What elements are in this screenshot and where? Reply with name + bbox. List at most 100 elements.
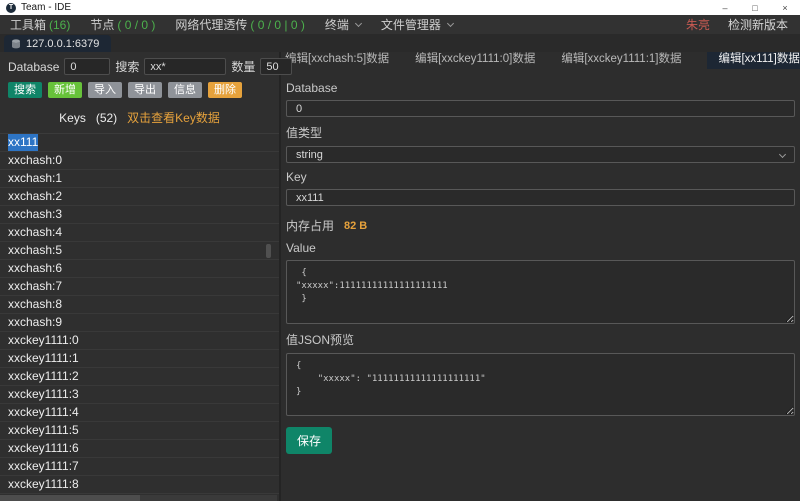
info-button[interactable]: 信息 — [168, 82, 202, 98]
menubar-item-file-manager[interactable]: 文件管理器 — [381, 16, 453, 33]
vertical-scrollbar-thumb[interactable] — [266, 244, 271, 258]
key-list-item[interactable]: xxchash:2 — [0, 188, 279, 206]
menubar-item-count: ( 0 / 0 | 0 ) — [250, 18, 304, 32]
key-list-item[interactable]: xxchash:1 — [0, 170, 279, 188]
chevron-down-icon — [447, 20, 454, 27]
key-list-item[interactable]: xxckey1111:4 — [0, 404, 279, 422]
key-actions: 搜索新增导入导出信息删除 — [0, 78, 279, 100]
key-list-item[interactable]: xx111 — [0, 134, 279, 152]
app-logo-icon: T — [6, 3, 16, 13]
key-list-item[interactable]: xxchash:4 — [0, 224, 279, 242]
editor-panel: 编辑[xxchash:5]数据 编辑[xxckey1111:0]数据 编辑[xxck… — [281, 52, 800, 501]
key-list-item[interactable]: xxckey1111:7 — [0, 458, 279, 476]
key-edit-form: Database 0 值类型 string Key xx111 内存占用 82 … — [281, 69, 800, 454]
minimize-icon[interactable]: – — [710, 0, 740, 15]
database-input[interactable] — [64, 58, 110, 75]
key-name: xxckey1111:1 — [8, 350, 79, 367]
key-name: xxckey1111:8 — [8, 476, 79, 493]
key-name: xxckey1111:7 — [8, 458, 79, 475]
keys-title: Keys — [59, 111, 86, 125]
export-button[interactable]: 导出 — [128, 82, 162, 98]
value-textarea[interactable]: { "xxxxx":11111111111111111111 } — [286, 260, 795, 324]
key-list-item[interactable]: xxchash:8 — [0, 296, 279, 314]
key-input[interactable]: xx111 — [286, 189, 795, 206]
keys-hint: 双击查看Key数据 — [127, 111, 220, 125]
key-list-item[interactable]: xxchash:5 — [0, 242, 279, 260]
user-name[interactable]: 朱亮 — [686, 16, 710, 33]
key-list-item[interactable]: xxchash:3 — [0, 206, 279, 224]
key-name: xxckey1111:6 — [8, 440, 79, 457]
key-name: xxckey1111:2 — [8, 368, 79, 385]
key-name: xxchash:3 — [8, 206, 62, 223]
key-list-item[interactable]: xxchash:6 — [0, 260, 279, 278]
database-label: Database — [8, 60, 59, 74]
connection-tab[interactable]: 127.0.0.1:6379 — [4, 35, 111, 52]
key-name: xxckey1111:5 — [8, 422, 79, 439]
key-name: xxchash:6 — [8, 260, 62, 277]
check-version-link[interactable]: 检测新版本 — [728, 16, 788, 33]
key-name: xxchash:2 — [8, 188, 62, 205]
key-label: Key — [286, 170, 795, 184]
menubar: 工具箱(16) 节点( 0 / 0 ) 网络代理透传( 0 / 0 | 0 ) 终端 文… — [0, 15, 800, 34]
key-list-item[interactable]: xxckey1111:1 — [0, 350, 279, 368]
menubar-item-terminal[interactable]: 终端 — [325, 16, 361, 33]
count-input[interactable] — [260, 58, 292, 75]
connection-tab-label: 127.0.0.1:6379 — [26, 38, 99, 50]
menubar-item-network-proxy[interactable]: 网络代理透传( 0 / 0 | 0 ) — [175, 16, 304, 33]
import-button[interactable]: 导入 — [88, 82, 122, 98]
menubar-item-label: 终端 — [325, 16, 349, 33]
key-list-item[interactable]: xxchash:7 — [0, 278, 279, 296]
memory-usage-row: 内存占用 82 B — [286, 217, 795, 234]
horizontal-scrollbar-thumb[interactable] — [0, 495, 140, 501]
editor-tab-3[interactable]: 编辑[xx111]数据 — [707, 52, 800, 69]
key-list-item[interactable]: xxckey1111:8 — [0, 476, 279, 494]
chevron-down-icon — [355, 20, 362, 27]
keys-count: (52) — [96, 111, 117, 125]
menubar-right: 朱亮 检测新版本 — [686, 16, 788, 33]
search-input[interactable] — [144, 58, 226, 75]
key-list-item[interactable]: xxckey1111:5 — [0, 422, 279, 440]
form-database-label: Database — [286, 81, 795, 95]
chevron-down-icon — [779, 151, 786, 158]
form-database-input[interactable]: 0 — [286, 100, 795, 117]
close-icon[interactable]: × — [770, 0, 800, 15]
menubar-item-nodes[interactable]: 节点( 0 / 0 ) — [90, 16, 155, 33]
key-list-item[interactable]: xxckey1111:3 — [0, 386, 279, 404]
key-name: xxchash:4 — [8, 224, 62, 241]
delete-button[interactable]: 删除 — [208, 82, 242, 98]
window-controls: – □ × — [710, 0, 800, 15]
key-list: xx111xxchash:0xxchash:1xxchash:2xxchash:… — [0, 133, 279, 501]
search-button[interactable]: 搜索 — [8, 82, 42, 98]
key-list-item[interactable]: xxckey1111:6 — [0, 440, 279, 458]
editor-tab-2[interactable]: 编辑[xxckey1111:1]数据 — [561, 52, 681, 69]
key-list-item[interactable]: xxckey1111:2 — [0, 368, 279, 386]
add-button[interactable]: 新增 — [48, 82, 82, 98]
horizontal-scrollbar[interactable] — [0, 495, 277, 501]
key-name: xx111 — [8, 134, 38, 151]
count-label: 数量 — [231, 58, 255, 75]
key-name: xxchash:0 — [8, 152, 62, 169]
menubar-item-label: 节点 — [90, 16, 114, 33]
json-preview-label: 值JSON预览 — [286, 331, 795, 348]
value-type-select[interactable]: string — [286, 146, 795, 163]
key-name: xxchash:9 — [8, 314, 62, 331]
memory-usage-value: 82 B — [344, 220, 367, 232]
editor-tabs: 编辑[xxchash:5]数据 编辑[xxckey1111:0]数据 编辑[xxck… — [281, 52, 800, 69]
value-type-label: 值类型 — [286, 124, 795, 141]
key-name: xxchash:5 — [8, 242, 62, 259]
menubar-item-toolbox[interactable]: 工具箱(16) — [10, 16, 70, 33]
editor-tab-1[interactable]: 编辑[xxckey1111:0]数据 — [415, 52, 535, 69]
key-filters: Database 搜索 数量 — [0, 52, 279, 78]
search-label: 搜索 — [115, 58, 139, 75]
menubar-item-count: ( 0 / 0 ) — [117, 18, 155, 32]
key-name: xxckey1111:0 — [8, 332, 79, 349]
database-icon — [11, 39, 21, 49]
key-list-item[interactable]: xxckey1111:0 — [0, 332, 279, 350]
key-name: xxckey1111:4 — [8, 404, 79, 421]
maximize-icon[interactable]: □ — [740, 0, 770, 15]
save-button[interactable]: 保存 — [286, 427, 332, 454]
json-preview-textarea[interactable]: { "xxxxx": "11111111111111111111" } — [286, 353, 795, 416]
key-list-item[interactable]: xxchash:9 — [0, 314, 279, 332]
key-list-item[interactable]: xxchash:0 — [0, 152, 279, 170]
editor-tab-0[interactable]: 编辑[xxchash:5]数据 — [285, 52, 389, 69]
